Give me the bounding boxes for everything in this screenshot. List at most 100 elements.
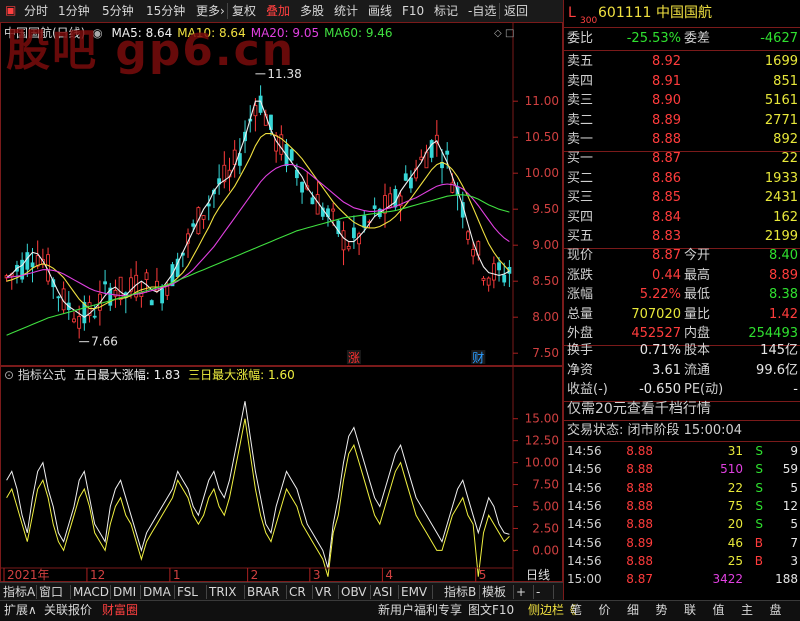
- sell-level-row[interactable]: 卖三 8.90 5161: [564, 91, 800, 110]
- buy-level-row[interactable]: 买三 8.85 2431: [564, 188, 800, 207]
- buy-price: 8.85: [652, 190, 681, 205]
- tick-price: 8.88: [626, 498, 653, 513]
- square-icon[interactable]: □: [505, 28, 514, 39]
- sell-level-row[interactable]: 卖二 8.89 2771: [564, 111, 800, 130]
- status-action-0[interactable]: 新用户福利专享: [378, 602, 462, 618]
- toolbar-item-12[interactable]: -自选: [468, 2, 496, 20]
- chart-area[interactable]: 7.50 8.00 8.50 9.00 9.50 10.00 10.50 11.00 0.00 2…: [0, 22, 563, 582]
- indicator-tab-9[interactable]: VR: [315, 584, 332, 600]
- status-link-2[interactable]: 财富圈: [102, 602, 138, 618]
- tick-row: 14:56 8.89 46 B 7: [564, 534, 800, 553]
- tab-divider: [36, 585, 37, 599]
- tick-count: 5: [790, 480, 798, 495]
- tick-volume: 46: [727, 535, 743, 550]
- indicator-y-tick-label: 0.00: [532, 543, 559, 557]
- sell-level-row[interactable]: 卖五 8.92 1699: [564, 52, 800, 71]
- buy-level-row[interactable]: 买四 8.84 162: [564, 208, 800, 227]
- ma-line-ma20: [6, 164, 510, 297]
- stat-value: 8.87: [652, 248, 681, 263]
- status-link-1[interactable]: 关联报价: [44, 602, 92, 618]
- candle-body: [30, 262, 35, 268]
- promo-text[interactable]: 仅需20元查看千档行情: [567, 400, 711, 419]
- panel-tab-0[interactable]: 笔: [570, 602, 582, 618]
- buy-price: 8.86: [652, 170, 681, 186]
- sell-level-row[interactable]: 卖一 8.88 892: [564, 130, 800, 149]
- indicator-tab-4[interactable]: DMA: [143, 584, 171, 600]
- buy-level-row[interactable]: 买二 8.86 1933: [564, 169, 800, 188]
- panel-tab-7[interactable]: 盘: [770, 602, 782, 618]
- tick-volume: 31: [727, 444, 743, 458]
- fin-row: 净资 3.61 流通 99.6亿: [564, 361, 800, 380]
- event-marker[interactable]: 涨: [348, 350, 360, 365]
- tick-time: 14:56: [567, 498, 602, 513]
- x-tick-label: 5: [479, 568, 487, 582]
- divider: [564, 50, 800, 51]
- indicator-tab-7[interactable]: BRAR: [247, 584, 280, 600]
- stat-value: 1.42: [769, 306, 798, 322]
- toolbar-item-7[interactable]: 多股: [300, 2, 324, 20]
- panel-tab-3[interactable]: 势: [656, 602, 668, 618]
- toolbar-item-8[interactable]: 统计: [334, 2, 358, 20]
- tick-side: S: [755, 498, 763, 513]
- buy-price: 8.83: [652, 229, 681, 244]
- promo-banner[interactable]: 仅需20元查看千档行情: [564, 400, 800, 419]
- status-link-0[interactable]: 扩展∧: [4, 602, 37, 618]
- status-action-2[interactable]: 侧边栏《: [528, 602, 576, 618]
- indicator-tab-14[interactable]: 模板: [482, 584, 506, 600]
- panel-tab-4[interactable]: 联: [684, 602, 696, 618]
- indicator-tab-10[interactable]: OBV: [341, 584, 367, 600]
- tick-time: 14:56: [567, 535, 602, 550]
- status-action-1[interactable]: 图文F10: [468, 602, 514, 618]
- indicator-tab-11[interactable]: ASI: [373, 584, 392, 600]
- period-label[interactable]: 日线: [526, 568, 550, 582]
- panel-tab-5[interactable]: 值: [713, 602, 725, 618]
- chevron-down-icon[interactable]: ⊙: [4, 368, 14, 382]
- buy-level-row[interactable]: 买一 8.87 22: [564, 149, 800, 168]
- fin-label: 收益(-): [567, 382, 608, 397]
- order-ratio-value: -25.53%: [626, 31, 681, 46]
- indicator-tab-12[interactable]: EMV: [401, 584, 427, 600]
- fin-label: 换手: [567, 343, 594, 358]
- indicator-tab-15[interactable]: +: [516, 584, 526, 600]
- indicator-title[interactable]: 指标公式: [18, 368, 66, 382]
- indicator-tab-0[interactable]: 指标A: [3, 584, 35, 600]
- x-tick-label: 2021年: [7, 568, 50, 582]
- tab-divider: [140, 585, 141, 599]
- panel-tab-6[interactable]: 主: [741, 602, 753, 618]
- indicator-tab-8[interactable]: CR: [289, 584, 306, 600]
- indicator-tab-16[interactable]: -: [536, 584, 540, 600]
- tick-time: 14:56: [567, 517, 602, 532]
- tick-price: 8.87: [626, 572, 653, 587]
- indicator-tab-13[interactable]: 指标B: [444, 584, 476, 600]
- buy-level-row[interactable]: 买五 8.83 2199: [564, 227, 800, 246]
- diamond-icon[interactable]: ◇: [494, 28, 502, 39]
- indicator-y-tick-label: 7.50: [532, 478, 559, 492]
- tick-time: 14:56: [567, 480, 602, 495]
- toolbar-item-9[interactable]: 画线: [368, 2, 392, 20]
- indicator-tab-3[interactable]: DMI: [113, 584, 136, 600]
- candle-body: [471, 249, 476, 257]
- panel-tab-2[interactable]: 细: [627, 602, 639, 618]
- toolbar-item-11[interactable]: 标记: [434, 2, 458, 20]
- level-badge: L: [568, 5, 576, 21]
- order-diff-value: -4627: [760, 31, 798, 46]
- tick-price: 8.88: [626, 553, 653, 568]
- sell-level-row[interactable]: 卖四 8.91 851: [564, 72, 800, 91]
- fin-value: -0.650: [639, 382, 681, 397]
- main-y-tick-label: 9.00: [532, 238, 559, 252]
- event-marker[interactable]: 财: [472, 351, 484, 365]
- indicator-y-tick-label: 15.00: [525, 412, 559, 426]
- indicator-label-2: 三日最大涨幅: 1.60: [188, 368, 295, 382]
- indicator-tab-6[interactable]: TRIX: [209, 584, 236, 600]
- toolbar-item-10[interactable]: F10: [402, 2, 424, 20]
- stat-value: 5.22%: [639, 287, 681, 302]
- panel-tab-1[interactable]: 价: [599, 602, 611, 618]
- indicator-tab-2[interactable]: MACD: [73, 584, 109, 600]
- indicator-tab-5[interactable]: FSL: [177, 584, 198, 600]
- indicator-tab-1[interactable]: 窗口: [39, 584, 63, 600]
- candle-body: [362, 215, 367, 228]
- tick-time: 14:56: [567, 553, 602, 568]
- toolbar-item-13[interactable]: 返回: [504, 2, 528, 20]
- tick-volume: 75: [727, 498, 743, 513]
- main-y-tick-label: 7.50: [532, 346, 559, 360]
